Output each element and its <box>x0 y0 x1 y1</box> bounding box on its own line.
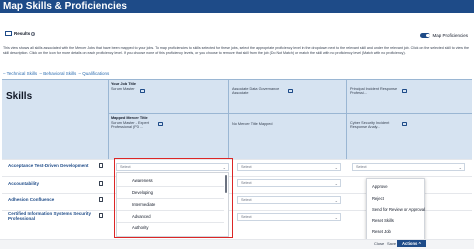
mapped-title-2: No Mercer Title Mapped <box>232 122 273 126</box>
results-icon <box>5 31 12 36</box>
skill-name[interactable]: Certified Information Systems Security P… <box>8 211 98 221</box>
column-divider <box>228 79 229 159</box>
skill-name[interactable]: Accountability <box>8 181 39 186</box>
chevron-down-icon: ⌄ <box>334 215 338 220</box>
proficiency-select[interactable]: Select ⌄ <box>237 196 341 204</box>
skill-type-links: – Technical Skills – Behavioral Skills –… <box>3 71 110 76</box>
table-row <box>2 159 472 160</box>
menu-item-reset-job[interactable]: Reset Job <box>372 229 391 234</box>
comment-icon[interactable] <box>402 89 407 93</box>
qualifications-link[interactable]: – Qualifications <box>79 71 110 76</box>
menu-item-reject[interactable]: Reject <box>372 196 384 201</box>
dropdown-option[interactable]: Authority <box>132 225 149 230</box>
map-proficiencies-label: Map Proficiencies <box>432 33 468 38</box>
mapped-title-1: Scrum Master - Expert Professional (P3 .… <box>111 121 149 130</box>
scrollbar[interactable] <box>224 175 227 193</box>
behavioral-skills-link[interactable]: – Behavioral Skills <box>39 71 76 76</box>
job-title-3: Principal Incident Response Professi... <box>350 87 398 96</box>
dropdown-option[interactable]: Developing <box>132 190 153 195</box>
comment-icon[interactable] <box>158 122 163 126</box>
job-title-2: Associate Data Governance Associate <box>232 87 280 96</box>
map-proficiencies-toggle[interactable] <box>420 33 431 38</box>
chevron-down-icon: ⌄ <box>334 165 338 170</box>
menu-item-approve[interactable]: Approve <box>372 184 388 189</box>
table-row <box>2 176 472 177</box>
proficiency-select[interactable]: Select ⌄ <box>237 179 341 187</box>
results-section: Results i <box>5 31 36 36</box>
proficiency-select[interactable]: Select ⌄ <box>352 163 465 171</box>
instructions-text: This view shows all skills associated wi… <box>3 46 469 55</box>
document-icon[interactable] <box>99 213 103 218</box>
divider <box>117 186 224 187</box>
skill-name[interactable]: Adhesion Confluence <box>8 197 54 202</box>
save-button[interactable]: Save <box>387 241 396 246</box>
dropdown-option[interactable]: Advanced <box>132 214 151 219</box>
chevron-down-icon: ⌄ <box>458 165 462 170</box>
actions-button[interactable]: Actions ^ <box>397 240 426 247</box>
close-button[interactable]: Close <box>374 241 384 246</box>
results-label: Results <box>14 31 31 36</box>
app-header: Map Skills & Proficiencies <box>0 0 474 13</box>
proficiency-dropdown: Awareness Developing Intermediate Advanc… <box>116 172 229 237</box>
proficiency-select[interactable]: Select ⌄ <box>237 213 341 221</box>
actions-menu: Approve Reject Send for Review or Approv… <box>366 178 425 240</box>
column-divider <box>108 79 109 159</box>
column-divider <box>346 79 347 159</box>
page-title: Map Skills & Proficiencies <box>3 1 127 12</box>
document-icon[interactable] <box>99 181 103 186</box>
comment-icon[interactable] <box>402 122 407 126</box>
proficiency-select[interactable]: Select ⌄ <box>237 163 341 171</box>
divider <box>117 198 224 199</box>
menu-item-send-for-review[interactable]: Send for Review or Approval <box>372 207 425 212</box>
mapped-title-3: Cyber Security Incident Response Analy..… <box>350 121 390 130</box>
chevron-down-icon: ⌄ <box>334 181 338 186</box>
document-icon[interactable] <box>99 163 103 168</box>
job-title-1: Scrum Master <box>111 87 135 91</box>
info-icon[interactable]: i <box>31 31 36 36</box>
your-job-title-label: Your Job Title <box>111 82 136 86</box>
document-icon[interactable] <box>99 197 103 202</box>
map-proficiencies-toggle-group: Map Proficiencies <box>420 33 468 38</box>
menu-item-reset-skills[interactable]: Reset Skills <box>372 218 394 223</box>
row-divider <box>108 113 472 114</box>
comment-icon[interactable] <box>140 89 145 93</box>
dropdown-option[interactable]: Awareness <box>132 178 153 183</box>
technical-skills-link[interactable]: – Technical Skills <box>3 71 37 76</box>
skill-name[interactable]: Acceptance Test-Driven Development <box>8 163 88 168</box>
dropdown-option[interactable]: Intermediate <box>132 202 155 207</box>
chevron-down-icon: ⌄ <box>334 198 338 203</box>
divider <box>117 222 224 223</box>
skills-heading: Skills <box>6 91 33 102</box>
mapped-title-label: Mapped Mercer Title <box>111 116 148 120</box>
comment-icon[interactable] <box>288 89 293 93</box>
divider <box>117 210 224 211</box>
